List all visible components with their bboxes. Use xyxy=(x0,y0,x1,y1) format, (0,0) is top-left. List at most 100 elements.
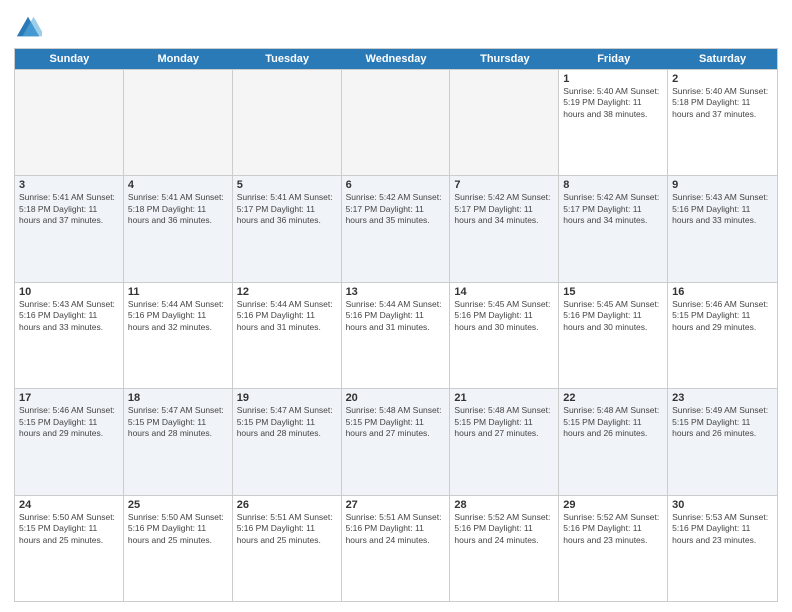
day-number: 27 xyxy=(346,499,446,511)
day-info: Sunrise: 5:50 AM Sunset: 5:15 PM Dayligh… xyxy=(19,512,119,546)
day-cell-12: 12Sunrise: 5:44 AM Sunset: 5:16 PM Dayli… xyxy=(233,283,342,388)
day-cell-25: 25Sunrise: 5:50 AM Sunset: 5:16 PM Dayli… xyxy=(124,496,233,601)
day-header-tuesday: Tuesday xyxy=(233,49,342,69)
day-cell-10: 10Sunrise: 5:43 AM Sunset: 5:16 PM Dayli… xyxy=(15,283,124,388)
day-cell-7: 7Sunrise: 5:42 AM Sunset: 5:17 PM Daylig… xyxy=(450,176,559,281)
day-number: 9 xyxy=(672,179,773,191)
day-number: 15 xyxy=(563,286,663,298)
day-info: Sunrise: 5:50 AM Sunset: 5:16 PM Dayligh… xyxy=(128,512,228,546)
day-info: Sunrise: 5:47 AM Sunset: 5:15 PM Dayligh… xyxy=(128,405,228,439)
day-info: Sunrise: 5:48 AM Sunset: 5:15 PM Dayligh… xyxy=(454,405,554,439)
day-info: Sunrise: 5:44 AM Sunset: 5:16 PM Dayligh… xyxy=(346,299,446,333)
day-cell-21: 21Sunrise: 5:48 AM Sunset: 5:15 PM Dayli… xyxy=(450,389,559,494)
day-info: Sunrise: 5:40 AM Sunset: 5:18 PM Dayligh… xyxy=(672,86,773,120)
day-number: 22 xyxy=(563,392,663,404)
calendar-body: 1Sunrise: 5:40 AM Sunset: 5:19 PM Daylig… xyxy=(15,69,777,601)
day-number: 12 xyxy=(237,286,337,298)
day-number: 30 xyxy=(672,499,773,511)
day-number: 2 xyxy=(672,73,773,85)
day-cell-30: 30Sunrise: 5:53 AM Sunset: 5:16 PM Dayli… xyxy=(668,496,777,601)
day-number: 8 xyxy=(563,179,663,191)
day-number: 25 xyxy=(128,499,228,511)
day-number: 23 xyxy=(672,392,773,404)
header xyxy=(14,10,778,42)
day-cell-15: 15Sunrise: 5:45 AM Sunset: 5:16 PM Dayli… xyxy=(559,283,668,388)
day-header-sunday: Sunday xyxy=(15,49,124,69)
day-header-wednesday: Wednesday xyxy=(342,49,451,69)
day-number: 16 xyxy=(672,286,773,298)
day-info: Sunrise: 5:46 AM Sunset: 5:15 PM Dayligh… xyxy=(672,299,773,333)
day-cell-22: 22Sunrise: 5:48 AM Sunset: 5:15 PM Dayli… xyxy=(559,389,668,494)
day-number: 19 xyxy=(237,392,337,404)
empty-cell xyxy=(15,70,124,175)
day-number: 7 xyxy=(454,179,554,191)
day-cell-18: 18Sunrise: 5:47 AM Sunset: 5:15 PM Dayli… xyxy=(124,389,233,494)
week-row-1: 1Sunrise: 5:40 AM Sunset: 5:19 PM Daylig… xyxy=(15,69,777,175)
week-row-3: 10Sunrise: 5:43 AM Sunset: 5:16 PM Dayli… xyxy=(15,282,777,388)
day-info: Sunrise: 5:43 AM Sunset: 5:16 PM Dayligh… xyxy=(672,192,773,226)
day-info: Sunrise: 5:48 AM Sunset: 5:15 PM Dayligh… xyxy=(563,405,663,439)
day-info: Sunrise: 5:40 AM Sunset: 5:19 PM Dayligh… xyxy=(563,86,663,120)
day-info: Sunrise: 5:47 AM Sunset: 5:15 PM Dayligh… xyxy=(237,405,337,439)
day-cell-1: 1Sunrise: 5:40 AM Sunset: 5:19 PM Daylig… xyxy=(559,70,668,175)
logo-icon xyxy=(14,14,42,42)
day-header-saturday: Saturday xyxy=(668,49,777,69)
day-number: 20 xyxy=(346,392,446,404)
week-row-4: 17Sunrise: 5:46 AM Sunset: 5:15 PM Dayli… xyxy=(15,388,777,494)
day-info: Sunrise: 5:53 AM Sunset: 5:16 PM Dayligh… xyxy=(672,512,773,546)
day-number: 3 xyxy=(19,179,119,191)
day-number: 29 xyxy=(563,499,663,511)
day-info: Sunrise: 5:42 AM Sunset: 5:17 PM Dayligh… xyxy=(346,192,446,226)
day-cell-2: 2Sunrise: 5:40 AM Sunset: 5:18 PM Daylig… xyxy=(668,70,777,175)
day-info: Sunrise: 5:42 AM Sunset: 5:17 PM Dayligh… xyxy=(563,192,663,226)
day-cell-17: 17Sunrise: 5:46 AM Sunset: 5:15 PM Dayli… xyxy=(15,389,124,494)
day-info: Sunrise: 5:52 AM Sunset: 5:16 PM Dayligh… xyxy=(454,512,554,546)
day-number: 21 xyxy=(454,392,554,404)
day-info: Sunrise: 5:41 AM Sunset: 5:18 PM Dayligh… xyxy=(128,192,228,226)
day-header-monday: Monday xyxy=(124,49,233,69)
day-cell-8: 8Sunrise: 5:42 AM Sunset: 5:17 PM Daylig… xyxy=(559,176,668,281)
day-cell-23: 23Sunrise: 5:49 AM Sunset: 5:15 PM Dayli… xyxy=(668,389,777,494)
day-cell-24: 24Sunrise: 5:50 AM Sunset: 5:15 PM Dayli… xyxy=(15,496,124,601)
calendar: SundayMondayTuesdayWednesdayThursdayFrid… xyxy=(14,48,778,602)
day-info: Sunrise: 5:43 AM Sunset: 5:16 PM Dayligh… xyxy=(19,299,119,333)
day-info: Sunrise: 5:51 AM Sunset: 5:16 PM Dayligh… xyxy=(237,512,337,546)
day-cell-9: 9Sunrise: 5:43 AM Sunset: 5:16 PM Daylig… xyxy=(668,176,777,281)
week-row-5: 24Sunrise: 5:50 AM Sunset: 5:15 PM Dayli… xyxy=(15,495,777,601)
day-info: Sunrise: 5:48 AM Sunset: 5:15 PM Dayligh… xyxy=(346,405,446,439)
day-number: 14 xyxy=(454,286,554,298)
day-info: Sunrise: 5:44 AM Sunset: 5:16 PM Dayligh… xyxy=(128,299,228,333)
empty-cell xyxy=(450,70,559,175)
day-info: Sunrise: 5:44 AM Sunset: 5:16 PM Dayligh… xyxy=(237,299,337,333)
day-number: 24 xyxy=(19,499,119,511)
empty-cell xyxy=(233,70,342,175)
calendar-header: SundayMondayTuesdayWednesdayThursdayFrid… xyxy=(15,49,777,69)
day-number: 11 xyxy=(128,286,228,298)
day-number: 17 xyxy=(19,392,119,404)
day-info: Sunrise: 5:52 AM Sunset: 5:16 PM Dayligh… xyxy=(563,512,663,546)
day-number: 26 xyxy=(237,499,337,511)
day-cell-28: 28Sunrise: 5:52 AM Sunset: 5:16 PM Dayli… xyxy=(450,496,559,601)
day-info: Sunrise: 5:41 AM Sunset: 5:18 PM Dayligh… xyxy=(19,192,119,226)
day-number: 28 xyxy=(454,499,554,511)
day-info: Sunrise: 5:46 AM Sunset: 5:15 PM Dayligh… xyxy=(19,405,119,439)
day-cell-4: 4Sunrise: 5:41 AM Sunset: 5:18 PM Daylig… xyxy=(124,176,233,281)
day-info: Sunrise: 5:42 AM Sunset: 5:17 PM Dayligh… xyxy=(454,192,554,226)
page: SundayMondayTuesdayWednesdayThursdayFrid… xyxy=(0,0,792,612)
day-info: Sunrise: 5:51 AM Sunset: 5:16 PM Dayligh… xyxy=(346,512,446,546)
week-row-2: 3Sunrise: 5:41 AM Sunset: 5:18 PM Daylig… xyxy=(15,175,777,281)
day-number: 13 xyxy=(346,286,446,298)
day-cell-27: 27Sunrise: 5:51 AM Sunset: 5:16 PM Dayli… xyxy=(342,496,451,601)
day-number: 6 xyxy=(346,179,446,191)
day-number: 10 xyxy=(19,286,119,298)
logo xyxy=(14,14,46,42)
day-cell-26: 26Sunrise: 5:51 AM Sunset: 5:16 PM Dayli… xyxy=(233,496,342,601)
day-cell-14: 14Sunrise: 5:45 AM Sunset: 5:16 PM Dayli… xyxy=(450,283,559,388)
empty-cell xyxy=(124,70,233,175)
day-header-thursday: Thursday xyxy=(450,49,559,69)
day-info: Sunrise: 5:49 AM Sunset: 5:15 PM Dayligh… xyxy=(672,405,773,439)
day-cell-13: 13Sunrise: 5:44 AM Sunset: 5:16 PM Dayli… xyxy=(342,283,451,388)
day-header-friday: Friday xyxy=(559,49,668,69)
day-info: Sunrise: 5:45 AM Sunset: 5:16 PM Dayligh… xyxy=(454,299,554,333)
day-info: Sunrise: 5:45 AM Sunset: 5:16 PM Dayligh… xyxy=(563,299,663,333)
